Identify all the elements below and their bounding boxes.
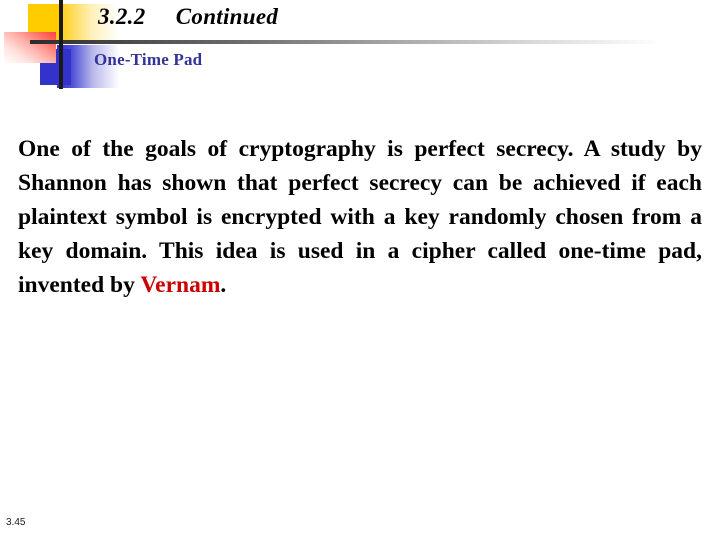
slide-canvas: 3.2.2 Continued One-Time Pad One of the …	[0, 0, 720, 540]
page-number: 3.45	[6, 517, 26, 528]
body-text-trailing: .	[220, 271, 227, 298]
vertical-rule-decoration	[59, 0, 63, 89]
highlighted-term-vernam: Vernam	[140, 271, 221, 298]
horizontal-rule-decoration	[30, 40, 662, 44]
body-content-block: One of the goals of cryptography is perf…	[18, 108, 702, 325]
slide-subtitle: One-Time Pad	[94, 50, 203, 69]
body-text-leading: One of the goals of cryptography is perf…	[18, 135, 702, 298]
slide-title: 3.2.2 Continued	[98, 4, 279, 29]
red-gradient-rectangle-decoration	[4, 32, 56, 63]
body-paragraph: One of the goals of cryptography is perf…	[18, 132, 702, 302]
